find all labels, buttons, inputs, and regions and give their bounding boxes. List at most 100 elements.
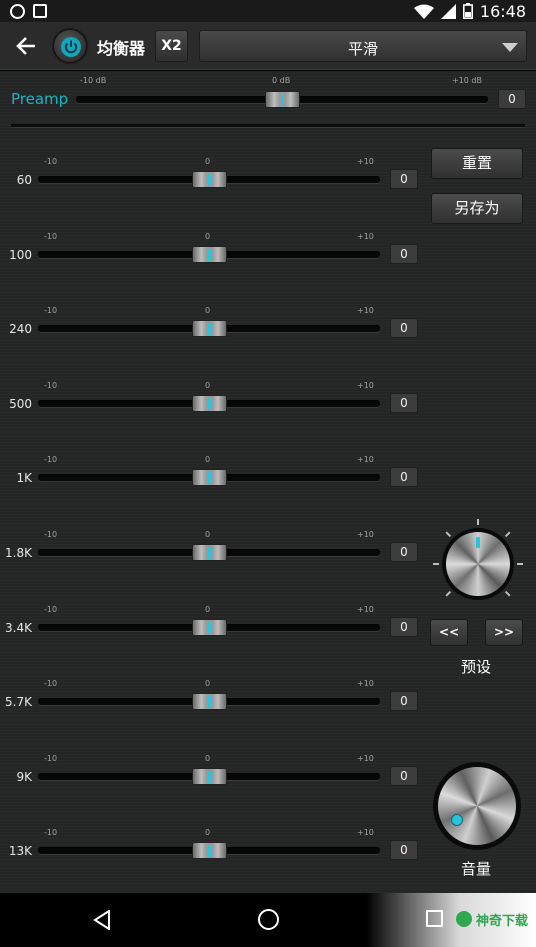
knob-tick — [477, 519, 479, 525]
save-as-button[interactable]: 另存为 — [431, 193, 523, 224]
band-scale-mid: 0 — [205, 679, 211, 688]
reset-button[interactable]: 重置 — [431, 148, 523, 179]
preset-dropdown[interactable]: 平滑 — [199, 30, 527, 62]
band-label: 13K — [8, 844, 32, 858]
band-value[interactable]: 0 — [390, 318, 418, 338]
band-value[interactable]: 0 — [390, 169, 418, 189]
band-label: 60 — [16, 173, 32, 187]
preamp-slider-thumb[interactable] — [265, 91, 300, 108]
band-scale-min: -10 — [44, 306, 58, 315]
band-value[interactable]: 0 — [390, 467, 418, 487]
band-slider-thumb[interactable] — [192, 693, 227, 710]
wifi-icon — [413, 4, 434, 19]
arrow-left-icon — [16, 37, 35, 55]
band-label: 240 — [9, 322, 32, 336]
band-slider-thumb[interactable] — [192, 171, 227, 188]
preset-knob[interactable] — [442, 528, 514, 600]
preamp-scale-max: +10 dB — [452, 76, 482, 85]
band-scale-max: +10 — [357, 828, 374, 837]
band-scale-max: +10 — [357, 530, 374, 539]
knob-tick — [445, 531, 452, 538]
band-scale-mid: 0 — [205, 306, 211, 315]
band-scale-mid: 0 — [205, 455, 211, 464]
status-bar: 16:48 — [0, 0, 536, 22]
band-scale-max: +10 — [357, 605, 374, 614]
preamp-label: Preamp — [11, 90, 69, 108]
toolbar: 均衡器 X2 平滑 — [0, 22, 536, 70]
knob-tick — [445, 590, 452, 597]
band-scale-max: +10 — [357, 754, 374, 763]
band-scale-mid: 0 — [205, 828, 211, 837]
app-a-icon — [33, 4, 47, 18]
band-scale-min: -10 — [44, 754, 58, 763]
band-label: 500 — [9, 397, 32, 411]
watermark-text: 神奇下载 — [476, 914, 529, 929]
power-icon — [61, 37, 81, 57]
band-value[interactable]: 0 — [390, 840, 418, 860]
volume-knob[interactable] — [433, 762, 521, 850]
band-slider-thumb[interactable] — [192, 320, 227, 337]
nav-recent-icon[interactable] — [426, 910, 443, 927]
nav-home-icon[interactable] — [258, 909, 279, 930]
band-scale-min: -10 — [44, 157, 58, 166]
band-value[interactable]: 0 — [390, 766, 418, 786]
band-slider-thumb[interactable] — [192, 544, 227, 561]
band-label: 100 — [9, 248, 32, 262]
band-scale-min: -10 — [44, 679, 58, 688]
preset-dropdown-value: 平滑 — [347, 40, 378, 58]
band-scale-max: +10 — [357, 455, 374, 464]
page-title: 均衡器 — [97, 39, 146, 58]
nav-back-icon[interactable] — [93, 910, 111, 930]
band-slider-thumb[interactable] — [192, 469, 227, 486]
preamp-scale-min: -10 dB — [80, 76, 107, 85]
status-time: 16:48 — [479, 1, 526, 21]
chevron-down-icon — [502, 43, 518, 52]
band-scale-min: -10 — [44, 530, 58, 539]
band-scale-max: +10 — [357, 232, 374, 241]
band-scale-mid: 0 — [205, 605, 211, 614]
preset-knob-indicator — [476, 537, 480, 548]
band-slider-thumb[interactable] — [192, 619, 227, 636]
band-slider-thumb[interactable] — [192, 842, 227, 859]
band-scale-mid: 0 — [205, 232, 211, 241]
navigation-bar: 神奇下载 — [0, 893, 536, 947]
band-label: 5.7K — [5, 695, 32, 709]
band-scale-min: -10 — [44, 232, 58, 241]
band-scale-mid: 0 — [205, 381, 211, 390]
preamp-value[interactable]: 0 — [498, 89, 526, 109]
x2-button[interactable]: X2 — [155, 30, 188, 62]
band-scale-min: -10 — [44, 828, 58, 837]
volume-knob-face — [438, 767, 516, 845]
band-value[interactable]: 0 — [390, 617, 418, 637]
band-slider-thumb[interactable] — [192, 768, 227, 785]
volume-knob-indicator — [451, 814, 463, 826]
band-value[interactable]: 0 — [390, 244, 418, 264]
band-label: 1.8K — [5, 546, 32, 560]
band-scale-max: +10 — [357, 679, 374, 688]
equalizer-panel: Preamp -10 dB 0 dB +10 dB 0 -10 0 +10 60 0 -1… — [0, 71, 536, 893]
back-button[interactable] — [12, 32, 40, 60]
knob-tick — [504, 531, 511, 538]
knob-tick — [504, 590, 511, 597]
preset-knob-label: 预设 — [461, 658, 492, 676]
next-preset-button[interactable]: >> — [485, 619, 523, 646]
band-scale-mid: 0 — [205, 530, 211, 539]
watermark-logo-icon — [456, 911, 472, 927]
band-slider-thumb[interactable] — [192, 246, 227, 263]
band-scale-min: -10 — [44, 605, 58, 614]
band-value[interactable]: 0 — [390, 691, 418, 711]
band-value[interactable]: 0 — [390, 393, 418, 413]
band-slider-thumb[interactable] — [192, 395, 227, 412]
band-label: 1K — [16, 471, 32, 485]
band-label: 3.4K — [5, 621, 32, 635]
band-scale-mid: 0 — [205, 157, 211, 166]
band-scale-max: +10 — [357, 306, 374, 315]
battery-icon — [462, 3, 473, 19]
volume-knob-label: 音量 — [461, 860, 492, 878]
previous-preset-button[interactable]: << — [430, 619, 468, 646]
preamp-divider — [11, 124, 525, 127]
band-value[interactable]: 0 — [390, 542, 418, 562]
signal-icon — [440, 3, 456, 19]
band-scale-max: +10 — [357, 157, 374, 166]
power-button[interactable] — [53, 29, 87, 63]
